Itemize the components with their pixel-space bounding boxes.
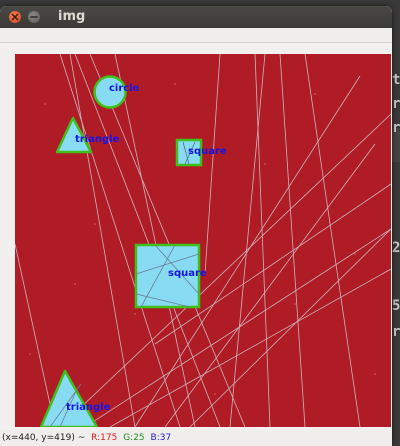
- editor-code-line: ti: [392, 72, 400, 88]
- close-icon: [11, 13, 19, 21]
- pixel-red-value: R:175: [91, 433, 118, 443]
- shape-label: square: [188, 146, 227, 157]
- editor-code-line: 2: [392, 240, 400, 256]
- window-titlebar[interactable]: img: [0, 6, 392, 28]
- image-background: [15, 54, 391, 427]
- shape-label: square: [168, 268, 207, 279]
- editor-code-line: 5: [392, 298, 400, 314]
- window-toolbar: [0, 28, 392, 43]
- window-title: img: [58, 9, 86, 24]
- shape-label: circle: [109, 83, 140, 94]
- image-canvas: circle triangle square square triangle: [15, 54, 391, 427]
- shape-square-large: square: [134, 243, 207, 309]
- image-window: img circle triangle square square triang…: [0, 6, 392, 446]
- editor-code-line: ri: [392, 96, 400, 112]
- editor-code-line: r: [392, 324, 400, 340]
- pixel-green-value: G:25: [123, 433, 145, 443]
- close-button[interactable]: [9, 11, 21, 23]
- image-drawing: circle triangle square square triangle: [15, 54, 391, 427]
- minimize-button[interactable]: [28, 11, 40, 23]
- editor-code-line: r: [392, 120, 400, 136]
- pixel-blue-value: B:37: [150, 433, 172, 443]
- status-bar: (x=440, y=419) ~ R:175 G:25 B:37: [0, 430, 392, 446]
- shape-label: triangle: [75, 134, 120, 145]
- cursor-coords: (x=440, y=419) ~: [2, 433, 86, 443]
- minimize-icon: [30, 16, 38, 18]
- shape-label: triangle: [66, 402, 111, 413]
